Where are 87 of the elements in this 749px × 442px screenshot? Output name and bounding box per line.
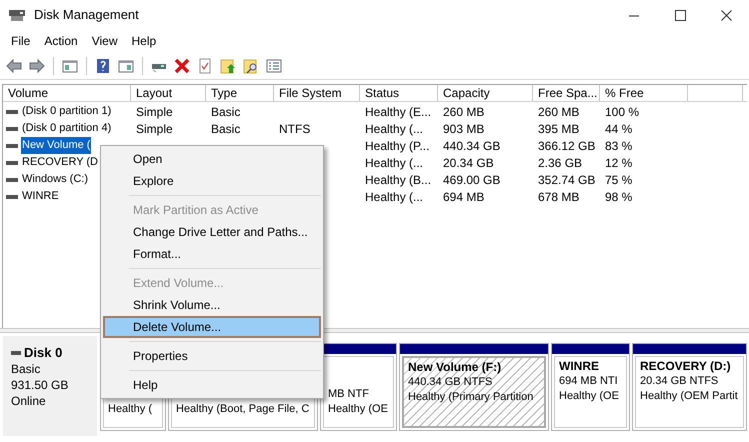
close-icon[interactable]: [720, 10, 732, 20]
table-cell-text: 903 MB: [443, 120, 484, 138]
menu-item[interactable]: Explore: [103, 170, 321, 192]
menu-item[interactable]: Properties: [103, 345, 321, 367]
table-cell-text: 469.00 GB: [443, 172, 500, 188]
menu-item[interactable]: Shrink Volume...: [103, 294, 321, 316]
disk-name: Disk 0: [24, 345, 62, 361]
table-cell-text: 260 MB: [538, 104, 580, 120]
table-cell-text: Basic: [211, 120, 240, 138]
partition-detail: 20.34 GB NTFS: [640, 374, 720, 389]
table-cell-text: Simple: [136, 120, 173, 138]
drive-icon: [6, 178, 18, 182]
table-cell-text: 694 MB: [443, 188, 484, 206]
partition-block[interactable]: MB NTF Healthy (OE: [320, 343, 397, 431]
partition-name: WINRE: [559, 359, 600, 374]
partition-name: New Volume (F:): [408, 360, 502, 375]
partition-detail: MB NTF: [328, 387, 370, 402]
table-cell-text: Healthy (P...: [365, 138, 430, 154]
table-cell[interactable]: New Volume (: [21, 137, 92, 154]
table-cell-text: 20.34 GB: [443, 154, 494, 172]
table-cell-text: Healthy (...: [365, 188, 424, 206]
menu-item[interactable]: Help: [124, 30, 164, 52]
table-cell[interactable]: RECOVERY (D: [21, 154, 100, 171]
menu-item[interactable]: Delete Volume...: [103, 316, 321, 338]
menu-item[interactable]: View: [84, 30, 124, 52]
menu-item[interactable]: Change Drive Letter and Paths...: [103, 221, 321, 243]
table-cell-text: 2.36 GB: [538, 154, 582, 172]
partition-detail: Healthy (OE: [328, 402, 389, 417]
column-header[interactable]: % Free: [600, 85, 688, 101]
drive-icon: [6, 160, 18, 164]
table-cell[interactable]: Windows (C:): [21, 171, 90, 188]
table-cell-text: NTFS: [279, 120, 310, 138]
table-cell-text: 12 %: [605, 154, 632, 172]
table-cell-text: Healthy (...: [365, 120, 424, 138]
partition-detail: 694 MB NTI: [559, 374, 619, 389]
partition-detail: Healthy (Boot, Page File, C: [176, 402, 310, 417]
column-header[interactable]: Status: [360, 85, 438, 101]
column-header[interactable]: Free Spa...: [533, 85, 600, 101]
table-cell-text: 678 MB: [538, 188, 580, 206]
table-cell-text: 98 %: [605, 188, 632, 206]
partition-detail: Healthy (Primary Partition: [408, 390, 534, 405]
menu-item[interactable]: File: [4, 30, 38, 52]
table-cell-text: 260 MB: [443, 104, 484, 120]
menu-item[interactable]: Action: [37, 30, 85, 52]
partition-detail: 440.34 GB NTFS: [408, 375, 494, 390]
maximize-icon[interactable]: [674, 10, 686, 20]
drive-icon: [6, 126, 18, 130]
partition-block[interactable]: RECOVERY (D:) 20.34 GB NTFS Healthy (OEM Partit: [632, 343, 747, 431]
table-cell[interactable]: (Disk 0 partition 4): [21, 120, 112, 137]
table-cell-text: Healthy (...: [365, 154, 424, 172]
table-cell-text: 366.12 GB: [538, 138, 596, 154]
app-icon: [8, 8, 26, 22]
table-cell-text: Healthy (E...: [365, 104, 432, 120]
table-cell-text: 100 %: [605, 104, 640, 120]
table-cell-text: 83 %: [605, 138, 632, 154]
column-header[interactable]: Layout: [131, 85, 206, 101]
table-cell-text: 75 %: [605, 172, 632, 188]
column-header[interactable]: Volume: [3, 85, 131, 101]
drive-icon: [6, 194, 18, 198]
table-cell-text: Basic: [211, 104, 240, 120]
partition-detail: Healthy (: [108, 402, 154, 417]
menu-item[interactable]: Help: [103, 374, 321, 396]
drive-icon: [6, 110, 18, 114]
disk-status: Online: [11, 393, 47, 409]
table-cell-text: 395 MB: [538, 120, 580, 138]
partition-detail: Healthy (OE: [559, 389, 620, 404]
column-header[interactable]: File System: [274, 85, 360, 101]
partition-detail: Healthy (OEM Partit: [640, 389, 739, 404]
disk-size: 931.50 GB: [11, 377, 70, 393]
drive-icon: [11, 351, 21, 355]
menu-item[interactable]: Format...: [103, 243, 321, 265]
table-cell[interactable]: WINRE: [21, 188, 60, 205]
table-cell-text: 44 %: [605, 120, 632, 138]
menu-item[interactable]: Open: [103, 148, 321, 170]
table-cell-text: Healthy (B...: [365, 172, 432, 188]
partition-name: RECOVERY (D:): [640, 359, 732, 374]
table-cell-text: 352.74 GB: [538, 172, 596, 188]
drive-icon: [6, 144, 18, 148]
partition-block[interactable]: WINRE 694 MB NTI Healthy (OE: [551, 343, 630, 431]
table-cell-text: 440.34 GB: [443, 138, 500, 154]
window-title: Disk Management: [34, 6, 139, 24]
column-header[interactable]: Type: [206, 85, 274, 101]
column-header[interactable]: Capacity: [438, 85, 533, 101]
table-cell[interactable]: (Disk 0 partition 1): [21, 103, 112, 120]
disk-type: Basic: [11, 361, 42, 377]
partition-block[interactable]: New Volume (F:) 440.34 GB NTFS Healthy (Primary Partition: [399, 343, 549, 431]
table-cell-text: Simple: [136, 104, 173, 120]
